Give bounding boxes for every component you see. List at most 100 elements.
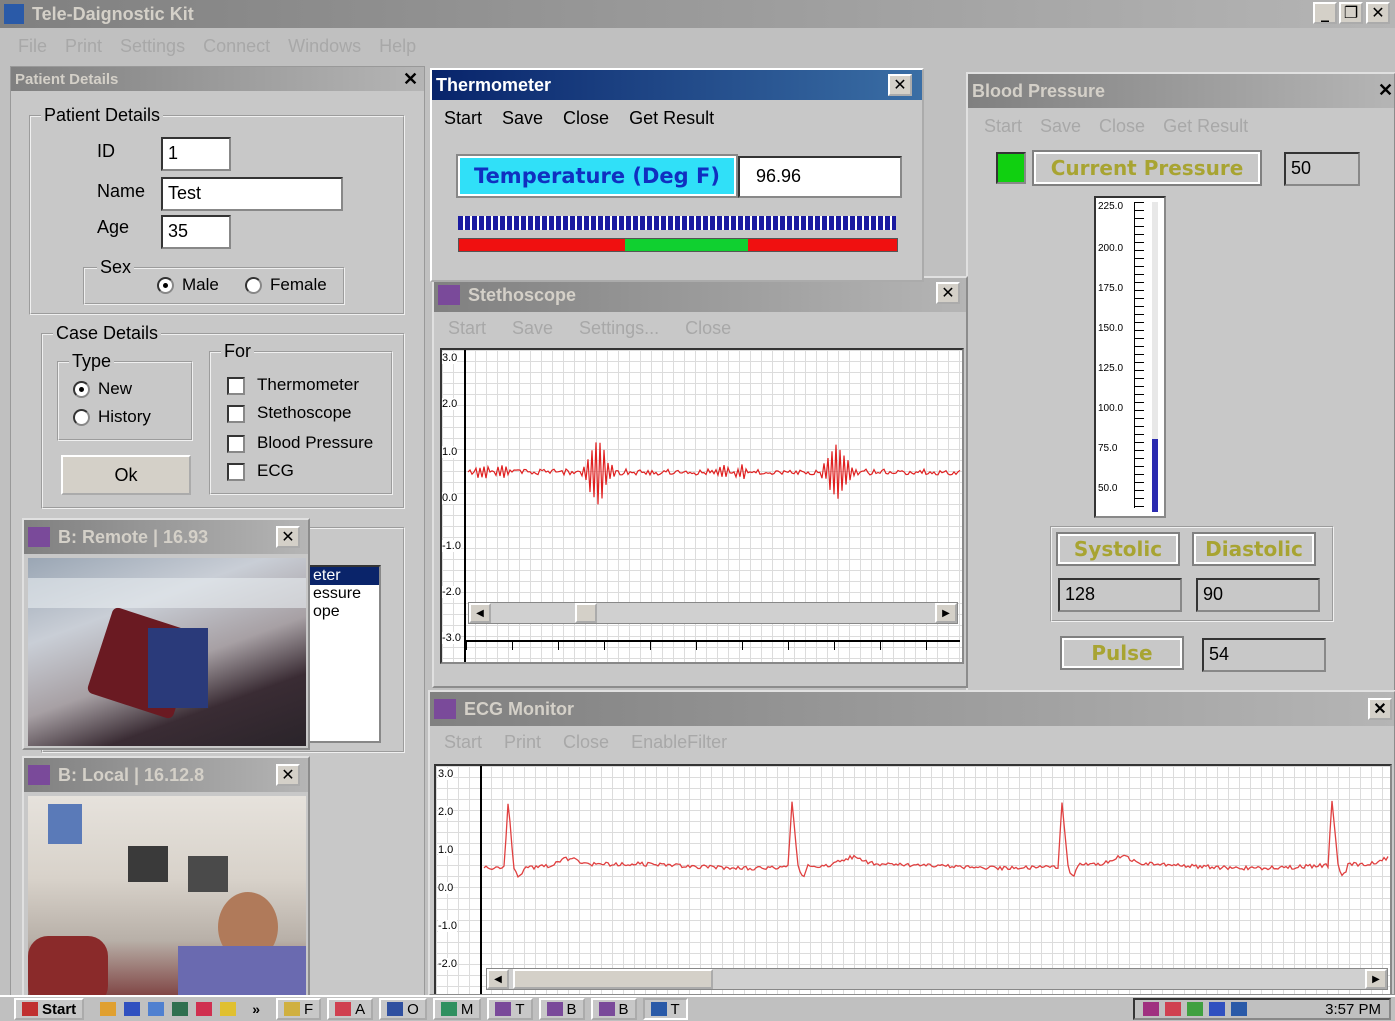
ecg-tick-label: 2.0	[438, 806, 454, 818]
blood-pressure-title: Blood Pressure	[972, 80, 1106, 101]
quicklaunch-icon[interactable]	[220, 1002, 237, 1016]
menu-file[interactable]: File	[18, 36, 47, 57]
steth-menu-settings[interactable]: Settings...	[579, 318, 659, 339]
scroll-left-icon[interactable]: ◀	[487, 969, 509, 989]
ok-button[interactable]: Ok	[61, 455, 191, 495]
age-field[interactable]: 35	[161, 215, 231, 249]
ecg-scrollbar[interactable]: ◀ ▶	[486, 968, 1388, 990]
blood-pressure-checkbox[interactable]: Blood Pressure	[227, 433, 373, 453]
device-list-item[interactable]: essure	[303, 585, 379, 603]
local-video-window: B: Local | 16.12.8 ✕	[22, 756, 310, 1002]
diastolic-value: 90	[1196, 578, 1320, 612]
ecg-checkbox[interactable]: ECG	[227, 461, 294, 481]
taskbar-button[interactable]: T	[642, 998, 688, 1020]
tray-icon[interactable]	[1209, 1002, 1225, 1016]
quicklaunch-icon[interactable]	[196, 1002, 213, 1016]
tray-icon[interactable]	[1231, 1002, 1247, 1016]
ecg-close-icon[interactable]: ✕	[1368, 698, 1392, 720]
taskbar-button[interactable]: F	[275, 998, 322, 1020]
ecg-tick-label: 3.0	[438, 768, 454, 780]
ecg-menu-print[interactable]: Print	[504, 732, 541, 753]
history-label: History	[98, 407, 151, 426]
male-radio[interactable]: Male	[157, 275, 219, 295]
thermo-menu-close[interactable]: Close	[563, 108, 609, 129]
taskbar-button[interactable]: T	[487, 998, 533, 1020]
id-field[interactable]: 1	[161, 137, 231, 171]
bp-menu-save[interactable]: Save	[1040, 116, 1081, 137]
bp-menu-close[interactable]: Close	[1099, 116, 1145, 137]
thermo-menu-save[interactable]: Save	[502, 108, 543, 129]
stethoscope-icon	[438, 285, 460, 305]
minimize-button[interactable]: _	[1313, 2, 1337, 24]
thermo-menu-start[interactable]: Start	[444, 108, 482, 129]
bp-menu-get-result[interactable]: Get Result	[1163, 116, 1248, 137]
steth-menu-save[interactable]: Save	[512, 318, 553, 339]
scroll-right-icon[interactable]: ▶	[1365, 969, 1387, 989]
more-icon[interactable]: »	[252, 1001, 260, 1017]
menu-windows[interactable]: Windows	[288, 36, 361, 57]
name-label: Name	[97, 181, 146, 201]
tray-icon[interactable]	[1187, 1002, 1203, 1016]
scroll-thumb[interactable]	[575, 603, 597, 623]
range-normal	[625, 239, 749, 251]
pulse-value: 54	[1202, 638, 1326, 672]
local-video-close-button[interactable]: ✕	[276, 764, 300, 786]
menu-connect[interactable]: Connect	[203, 36, 270, 57]
tray-icon[interactable]	[1143, 1002, 1159, 1016]
new-radio[interactable]: New	[73, 379, 132, 399]
taskbar-button[interactable]: B	[538, 998, 585, 1020]
device-list-item[interactable]: eter	[303, 567, 379, 585]
tray-icon[interactable]	[1165, 1002, 1181, 1016]
female-radio[interactable]: Female	[245, 275, 327, 295]
start-button[interactable]: Start	[14, 998, 85, 1020]
scroll-left-icon[interactable]: ◀	[469, 603, 491, 623]
task-label: F	[303, 1000, 314, 1018]
device-list[interactable]: eter essure ope	[301, 565, 381, 743]
ok-label: Ok	[114, 464, 138, 485]
task-icon	[650, 1002, 667, 1016]
close-app-button[interactable]: ✕	[1366, 2, 1390, 24]
bp-menu-start[interactable]: Start	[984, 116, 1022, 137]
thermometer-checkbox[interactable]: Thermometer	[227, 375, 359, 395]
history-radio[interactable]: History	[73, 407, 151, 427]
steth-menu-close[interactable]: Close	[685, 318, 731, 339]
taskbar-button[interactable]: M	[432, 998, 482, 1020]
steth-menu-start[interactable]: Start	[448, 318, 486, 339]
scroll-thumb[interactable]	[513, 969, 713, 989]
temperature-value-field[interactable]: 96.96	[738, 156, 902, 198]
blood-pressure-close-icon[interactable]: ✕	[1378, 80, 1393, 101]
quicklaunch-icons[interactable]	[100, 1002, 237, 1016]
name-field[interactable]: Test	[161, 177, 343, 211]
restore-button[interactable]: ❐	[1339, 2, 1363, 24]
stethoscope-checkbox[interactable]: Stethoscope	[227, 403, 352, 423]
remote-video-close-button[interactable]: ✕	[276, 526, 300, 548]
pressure-gauge: 225.0 200.0 175.0 150.0 125.0 100.0 75.0…	[1094, 196, 1166, 518]
ecg-menu-close[interactable]: Close	[563, 732, 609, 753]
taskbar-button[interactable]: A	[327, 998, 374, 1020]
quicklaunch-icon[interactable]	[124, 1002, 141, 1016]
stethoscope-close-button[interactable]: ✕	[936, 282, 960, 304]
video-icon	[28, 527, 50, 547]
ecg-trace	[483, 800, 1389, 878]
app-titlebar: Tele-Daignostic Kit	[0, 0, 1395, 28]
stethoscope-scrollbar[interactable]: ◀ ▶	[468, 602, 958, 624]
menu-help[interactable]: Help	[379, 36, 416, 57]
ecg-menu-enable-filter[interactable]: EnableFilter	[631, 732, 727, 753]
patient-panel-close-icon[interactable]: ✕	[403, 69, 418, 90]
quicklaunch-icon[interactable]	[172, 1002, 189, 1016]
task-label: B	[566, 1000, 577, 1018]
thermometer-close-button[interactable]: ✕	[888, 74, 912, 96]
task-label: A	[355, 1000, 366, 1018]
quicklaunch-icon[interactable]	[148, 1002, 165, 1016]
thermo-menu-get-result[interactable]: Get Result	[629, 108, 714, 129]
ecg-tick-label: -1.0	[438, 920, 457, 932]
taskbar-button[interactable]: B	[590, 998, 637, 1020]
menu-settings[interactable]: Settings	[120, 36, 185, 57]
scroll-right-icon[interactable]: ▶	[935, 603, 957, 623]
device-list-item[interactable]: ope	[303, 603, 379, 621]
range-high	[748, 239, 897, 251]
ecg-menu-start[interactable]: Start	[444, 732, 482, 753]
menu-print[interactable]: Print	[65, 36, 102, 57]
quicklaunch-icon[interactable]	[100, 1002, 117, 1016]
taskbar-button[interactable]: O	[379, 998, 427, 1020]
